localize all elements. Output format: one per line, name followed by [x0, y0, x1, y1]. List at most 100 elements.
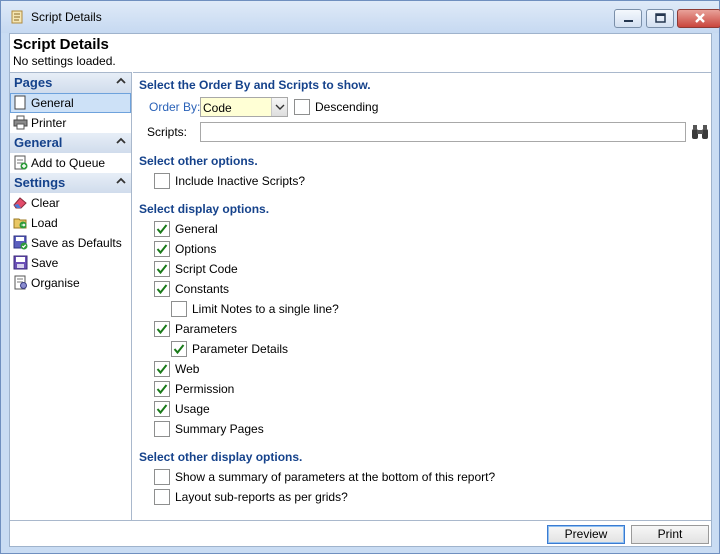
title-bar[interactable]: Script Details: [1, 1, 720, 33]
usage-checkbox[interactable]: [154, 401, 170, 417]
chevron-down-icon: [275, 104, 285, 110]
permission-option-label: Permission: [175, 382, 235, 396]
sidebar-item-label: Add to Queue: [31, 156, 106, 170]
collapse-chevron-icon[interactable]: [116, 136, 126, 146]
general-option-label: General: [175, 222, 218, 236]
script-code-option-label: Script Code: [175, 262, 238, 276]
include-inactive-checkbox[interactable]: [154, 173, 170, 189]
sidebar-item-clear[interactable]: Clear: [10, 193, 131, 213]
close-button[interactable]: [677, 9, 720, 28]
sidebar-item-general-page[interactable]: General: [10, 93, 131, 113]
checkmark-icon: [156, 404, 168, 415]
script-code-checkbox[interactable]: [154, 261, 170, 277]
parameter-details-checkbox[interactable]: [171, 341, 187, 357]
constants-option-label: Constants: [175, 282, 230, 296]
parameters-option-label: Parameters: [175, 322, 238, 336]
load-icon: [13, 218, 27, 229]
maximize-icon: [655, 13, 666, 23]
group-header-pages[interactable]: Pages: [10, 73, 131, 93]
save-icon: [13, 255, 28, 270]
permission-checkbox[interactable]: [154, 381, 170, 397]
summary-pages-option-label: Summary Pages: [175, 422, 264, 436]
page-icon: [14, 95, 26, 110]
layout-sub-reports-label: Layout sub-reports as per grids?: [175, 490, 348, 504]
minimize-icon: [624, 20, 633, 22]
checkmark-icon: [156, 224, 168, 235]
sidebar-item-label: Save: [31, 256, 59, 270]
general-page-content: Select the Order By and Scripts to show.…: [133, 72, 711, 520]
descending-label: Descending: [315, 100, 379, 114]
checkmark-icon: [156, 324, 168, 335]
include-inactive-label: Include Inactive Scripts?: [175, 174, 306, 188]
sidebar-item-label: General: [31, 96, 74, 110]
minimize-button[interactable]: [614, 9, 642, 28]
order-by-label: Order By:: [149, 100, 201, 114]
group-label: Settings: [14, 175, 66, 190]
layout-sub-reports-checkbox[interactable]: [154, 489, 170, 505]
preview-button[interactable]: Preview: [547, 525, 625, 544]
other-display-options-section-title: Select other display options.: [139, 450, 303, 464]
sidebar-item-label: Save as Defaults: [31, 236, 122, 250]
web-option-label: Web: [175, 362, 200, 376]
queue-icon: [14, 155, 28, 170]
collapse-chevron-icon[interactable]: [116, 176, 126, 186]
printer-icon: [13, 115, 28, 130]
save-defaults-icon: [13, 235, 28, 250]
binoculars-icon[interactable]: [691, 124, 709, 140]
sidebar-item-add-to-queue[interactable]: Add to Queue: [10, 153, 131, 173]
sidebar-item-printer[interactable]: Printer: [10, 113, 131, 133]
sidebar-item-label: Printer: [31, 116, 67, 130]
descending-checkbox[interactable]: [294, 99, 310, 115]
page-subtitle: No settings loaded.: [13, 54, 116, 68]
order-by-dropdown[interactable]: Code: [200, 97, 288, 117]
summary-pages-checkbox[interactable]: [154, 421, 170, 437]
print-button[interactable]: Print: [631, 525, 709, 544]
sidebar-item-label: Load: [31, 216, 58, 230]
parameters-checkbox[interactable]: [154, 321, 170, 337]
order-section-title: Select the Order By and Scripts to show.: [139, 78, 371, 92]
maximize-button[interactable]: [646, 9, 674, 28]
limit-notes-option-label: Limit Notes to a single line?: [192, 302, 339, 316]
group-header-settings[interactable]: Settings: [10, 173, 131, 193]
sidebar-item-save[interactable]: Save: [10, 253, 131, 273]
limit-notes-checkbox[interactable]: [171, 301, 187, 317]
scripts-input[interactable]: [200, 122, 686, 142]
checkmark-icon: [156, 264, 168, 275]
page-header: Script Details No settings loaded.: [10, 34, 711, 72]
window-title: Script Details: [31, 10, 102, 24]
constants-checkbox[interactable]: [154, 281, 170, 297]
checkmark-icon: [156, 284, 168, 295]
dropdown-button[interactable]: [271, 98, 287, 116]
organise-icon: [14, 275, 27, 290]
close-icon: [695, 13, 705, 23]
group-label: General: [14, 135, 63, 150]
group-label: Pages: [14, 75, 53, 90]
checkmark-icon: [156, 244, 168, 255]
general-checkbox[interactable]: [154, 221, 170, 237]
eraser-icon: [13, 197, 27, 209]
options-checkbox[interactable]: [154, 241, 170, 257]
sidebar-item-load[interactable]: Load: [10, 213, 131, 233]
scripts-label: Scripts:: [147, 125, 188, 139]
checkmark-icon: [173, 344, 185, 355]
web-checkbox[interactable]: [154, 361, 170, 377]
sidebar-item-label: Organise: [31, 276, 80, 290]
show-summary-parameters-label: Show a summary of parameters at the bott…: [175, 470, 496, 484]
sidebar-item-save-as-defaults[interactable]: Save as Defaults: [10, 233, 131, 253]
other-options-section-title: Select other options.: [139, 154, 258, 168]
checkmark-icon: [156, 364, 168, 375]
sidebar-item-organise[interactable]: Organise: [10, 273, 131, 293]
page-title: Script Details: [13, 36, 109, 53]
collapse-chevron-icon[interactable]: [116, 76, 126, 86]
button-bar: Preview Print: [10, 520, 711, 546]
usage-option-label: Usage: [175, 402, 210, 416]
checkmark-icon: [156, 384, 168, 395]
display-options-section-title: Select display options.: [139, 202, 270, 216]
options-option-label: Options: [175, 242, 217, 256]
show-summary-parameters-checkbox[interactable]: [154, 469, 170, 485]
script-scroll-icon: [11, 10, 23, 24]
sidebar: Pages General Printer General Add to Que…: [10, 72, 132, 520]
sidebar-item-label: Clear: [31, 196, 60, 210]
group-header-general[interactable]: General: [10, 133, 131, 153]
order-by-value: Code: [203, 101, 232, 115]
